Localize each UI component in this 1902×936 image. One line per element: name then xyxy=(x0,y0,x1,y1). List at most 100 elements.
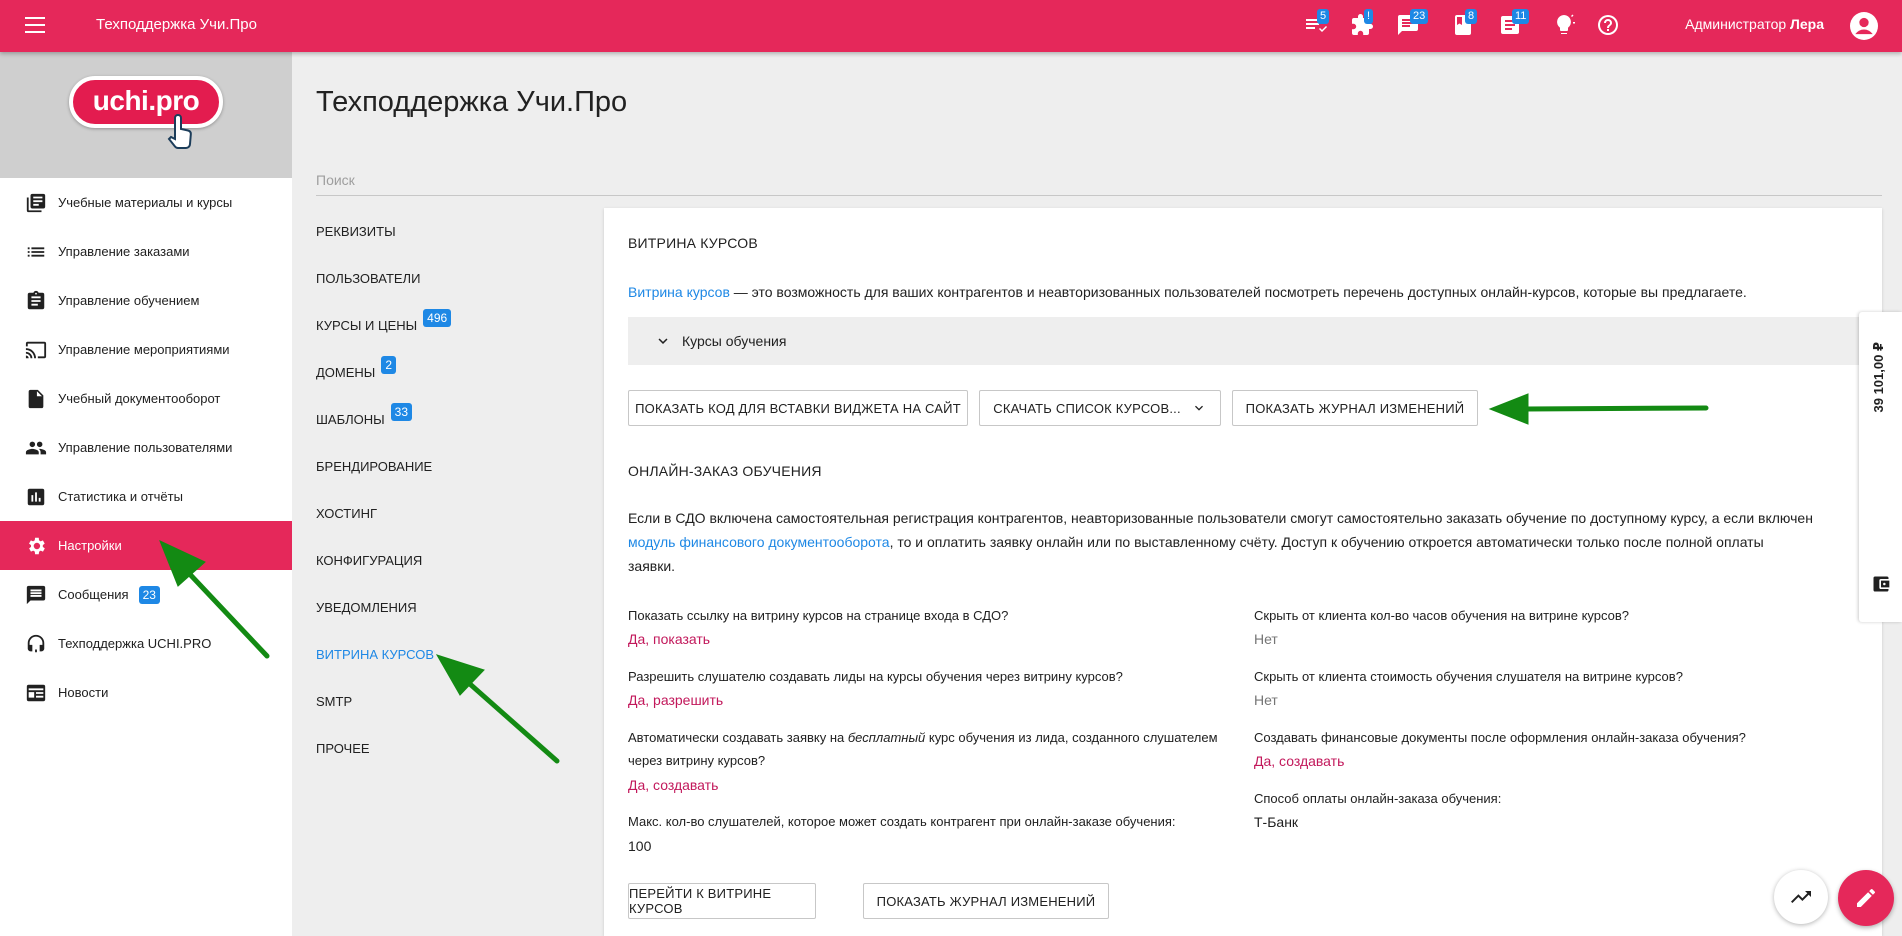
book-icon[interactable]: 8 xyxy=(1451,9,1478,37)
sidebar-item-stats[interactable]: Статистика и отчёты xyxy=(0,472,292,521)
setting-question: Скрыть от клиента кол-во часов обучения … xyxy=(1254,608,1630,623)
count-badge: 2 xyxy=(381,356,396,374)
sidebar-item-orders[interactable]: Управление заказами xyxy=(0,227,292,276)
tasks-badge: 5 xyxy=(1317,9,1330,24)
sidebar-item-label: Настройки xyxy=(58,538,122,553)
app-title: Техподдержка Учи.Про xyxy=(96,16,257,33)
section-heading: ВИТРИНА КУРСОВ xyxy=(628,235,758,251)
admin-role: Администратор xyxy=(1685,16,1787,32)
tab-course-showcase[interactable]: ВИТРИНА КУРСОВ xyxy=(316,631,451,678)
online-description-line3: заявки. xyxy=(628,558,676,574)
tab-domains[interactable]: ДОМЕНЫ 2 xyxy=(316,349,451,396)
gear-icon xyxy=(25,535,47,557)
settings-nav: РЕКВИЗИТЫ ПОЛЬЗОВАТЕЛИ КУРСЫ И ЦЕНЫ 496 Д… xyxy=(316,208,452,772)
showcase-description: Витрина курсов — это возможность для ваш… xyxy=(628,280,1747,304)
section-heading: ОНЛАЙН-ЗАКАЗ ОБУЧЕНИЯ xyxy=(628,463,822,479)
document-list-icon[interactable]: 11 xyxy=(1498,9,1530,37)
tab-label: ХОСТИНГ xyxy=(316,506,378,521)
setting-answer[interactable]: 100 xyxy=(628,838,651,854)
tab-requisites[interactable]: РЕКВИЗИТЫ xyxy=(316,208,451,255)
sidebar-item-settings[interactable]: Настройки xyxy=(0,521,292,570)
question-part: Автоматически создавать заявку на xyxy=(628,730,848,745)
online-description-line1: Если в СДО включена самостоятельная реги… xyxy=(628,510,1813,526)
show-widget-code-button[interactable]: ПОКАЗАТЬ КОД ДЛЯ ВСТАВКИ ВИДЖЕТА НА САЙТ xyxy=(628,390,968,426)
sidebar-item-users[interactable]: Управление пользователями xyxy=(0,423,292,472)
sidebar-item-materials[interactable]: Учебные материалы и курсы xyxy=(0,178,292,227)
count-badge: 496 xyxy=(423,309,452,327)
setting-answer[interactable]: Нет xyxy=(1254,692,1278,708)
sidebar: uchi.pro Учебные материалы и курсы Управ… xyxy=(0,52,292,936)
search-input[interactable]: Поиск xyxy=(316,168,1882,196)
showcase-link[interactable]: Витрина курсов xyxy=(628,284,730,300)
sidebar-item-label: Новости xyxy=(58,685,109,700)
sidebar-item-training[interactable]: Управление обучением xyxy=(0,276,292,325)
count-badge: 33 xyxy=(390,403,413,421)
tab-configuration[interactable]: КОНФИГУРАЦИЯ xyxy=(316,537,451,584)
book-badge: 8 xyxy=(1465,9,1478,24)
tab-label: ШАБЛОНЫ xyxy=(316,412,385,427)
tab-label: КУРСЫ И ЦЕНЫ xyxy=(316,318,418,333)
sidebar-item-label: Сообщения xyxy=(58,587,129,602)
show-changelog-button[interactable]: ПОКАЗАТЬ ЖУРНАЛ ИЗМЕНЕНИЙ xyxy=(1232,390,1478,426)
balance-amount: 39 101,00 ₽ xyxy=(1871,342,1886,413)
tab-label: SMTP xyxy=(316,694,353,709)
admin-label[interactable]: Администратор Лера xyxy=(1685,16,1824,32)
trending-icon[interactable] xyxy=(1774,870,1828,924)
tab-label: БРЕНДИРОВАНИЕ xyxy=(316,459,433,474)
sidebar-item-news[interactable]: Новости xyxy=(0,668,292,717)
tab-courses-prices[interactable]: КУРСЫ И ЦЕНЫ 496 xyxy=(316,302,452,349)
tasks-icon[interactable]: 5 xyxy=(1303,9,1330,37)
go-to-showcase-button[interactable]: ПЕРЕЙТИ К ВИТРИНЕ КУРСОВ xyxy=(628,883,816,919)
tab-branding[interactable]: БРЕНДИРОВАНИЕ xyxy=(316,443,451,490)
tab-templates[interactable]: ШАБЛОНЫ 33 xyxy=(316,396,451,443)
tab-other[interactable]: ПРОЧЕЕ xyxy=(316,725,451,772)
edit-icon[interactable] xyxy=(1838,870,1894,926)
finance-module-link[interactable]: модуль финансового документооборота xyxy=(628,534,890,550)
puzzle-badge: ! xyxy=(1364,9,1374,24)
tab-label: ВИТРИНА КУРСОВ xyxy=(316,647,435,662)
setting-question: Автоматически создавать заявку на беспла… xyxy=(628,726,1238,772)
setting-answer[interactable]: Да, показать xyxy=(628,631,710,647)
help-icon[interactable] xyxy=(1596,13,1620,37)
logo-area: uchi.pro xyxy=(0,52,292,178)
chart-icon xyxy=(25,486,47,508)
tab-label: РЕКВИЗИТЫ xyxy=(316,224,396,239)
sidebar-item-support[interactable]: Техподдержка UCHI.PRO xyxy=(0,619,292,668)
setting-answer[interactable]: Да, создавать xyxy=(1254,753,1344,769)
document-list-badge: 11 xyxy=(1512,9,1530,24)
messages-badge: 23 xyxy=(138,585,160,604)
download-courses-button[interactable]: СКАЧАТЬ СПИСОК КУРСОВ... xyxy=(979,390,1221,426)
account-icon[interactable] xyxy=(1850,12,1878,40)
annotation-arrow-showcase xyxy=(459,674,560,764)
puzzle-icon[interactable]: ! xyxy=(1350,9,1374,37)
menu-icon[interactable] xyxy=(25,17,45,33)
balance-tab[interactable]: 39 101,00 ₽ xyxy=(1859,312,1902,622)
sidebar-item-documents[interactable]: Учебный документооборот xyxy=(0,374,292,423)
setting-question: Разрешить слушателю создавать лиды на ку… xyxy=(628,669,1123,684)
tab-label: ПОЛЬЗОВАТЕЛИ xyxy=(316,271,421,286)
tab-label: ПРОЧЕЕ xyxy=(316,741,370,756)
online-description-line2: модуль финансового документооборота, то … xyxy=(628,530,1764,554)
setting-answer[interactable]: Нет xyxy=(1254,631,1278,647)
setting-answer[interactable]: Т-Банк xyxy=(1254,814,1298,830)
sidebar-item-label: Техподдержка UCHI.PRO xyxy=(58,636,212,651)
question-emphasis: бесплатный xyxy=(847,730,926,745)
setting-question: Макс. кол-во слушателей, которое может с… xyxy=(628,814,1176,829)
setting-answer[interactable]: Да, разрешить xyxy=(628,692,723,708)
online-description-text: , то и оплатить заявку онлайн или по выс… xyxy=(889,534,1764,550)
tab-notifications[interactable]: УВЕДОМЛЕНИЯ xyxy=(316,584,451,631)
chat-icon[interactable]: 23 xyxy=(1396,9,1429,37)
admin-name: Лера xyxy=(1790,16,1824,32)
news-icon xyxy=(25,682,47,704)
tab-smtp[interactable]: SMTP xyxy=(316,678,451,725)
sidebar-item-events[interactable]: Управление мероприятиями xyxy=(0,325,292,374)
logo[interactable]: uchi.pro xyxy=(69,76,223,128)
tab-users[interactable]: ПОЛЬЗОВАТЕЛИ xyxy=(316,255,451,302)
show-changelog-button-2[interactable]: ПОКАЗАТЬ ЖУРНАЛ ИЗМЕНЕНИЙ xyxy=(863,883,1109,919)
tab-hosting[interactable]: ХОСТИНГ xyxy=(316,490,451,537)
sidebar-item-messages[interactable]: Сообщения 23 xyxy=(0,570,292,619)
setting-answer[interactable]: Да, создавать xyxy=(628,777,718,793)
lightbulb-icon[interactable] xyxy=(1552,13,1576,37)
sidebar-item-label: Управление заказами xyxy=(58,244,190,259)
courses-accordion[interactable]: Курсы обучения xyxy=(628,317,1882,365)
